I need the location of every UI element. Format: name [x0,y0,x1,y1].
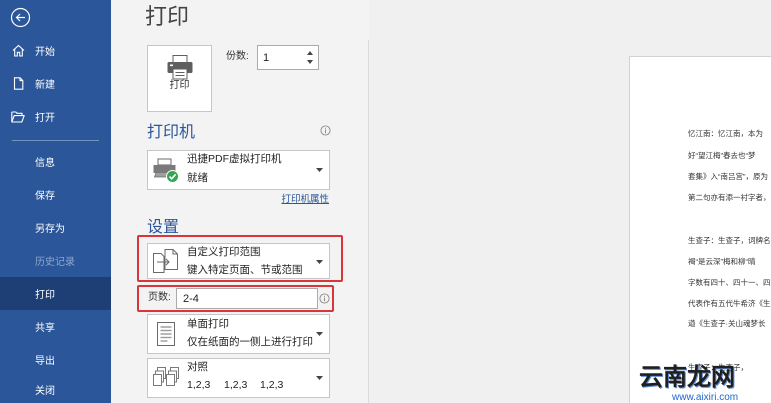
printer-name: 迅捷PDF虚拟打印机 [187,153,282,165]
print-button[interactable]: 打印 [147,45,212,112]
sidebar-item-label: 另存为 [35,224,65,235]
printer-icon [167,55,193,80]
printer-properties-link[interactable]: 打印机属性 [268,193,329,207]
collate-dropdown[interactable]: 对照 1,2,3 1,2,3 1,2,3 [147,358,330,398]
word-print-backstage: 开始 新建 打开 信息 保存 另存为 历史记录 打印 共享 导出 关闭 打印 打… [0,0,771,403]
collate-group: 1,2,3 [224,379,248,391]
sides-title: 单面打印 [187,318,229,330]
sidebar-item-home[interactable]: 开始 [0,34,111,67]
sidebar-item-label: 新建 [35,80,55,91]
printer-status: 就绪 [187,172,208,184]
printer-dropdown[interactable]: 迅捷PDF虚拟打印机 就绪 [147,150,330,190]
collate-group: 1,2,3 [260,379,284,391]
page-text-line: 遒《生查子·关山魂梦长 [688,319,766,328]
info-icon[interactable] [320,125,331,136]
single-sided-icon [157,322,175,346]
chevron-down-icon [316,168,323,172]
watermark-url: www.aixiri.com [672,392,739,403]
page-text-line: 忆江南：忆江南，本为 [688,129,763,138]
sidebar-separator [12,140,99,141]
page-text-line: 好“望江梅”春去也“梦 [688,151,756,160]
page-text-line: 代表作有五代牛希济《生 [688,299,771,308]
sidebar-item-label: 打印 [35,290,55,301]
sidebar-item-label: 历史记录 [35,257,75,268]
sidebar-item-label: 关闭 [35,385,55,397]
sidebar-item-share[interactable]: 共享 [0,310,111,343]
spin-up-icon[interactable] [307,51,313,55]
sidebar-item-info[interactable]: 信息 [0,145,111,178]
sidebar-item-label: 开始 [35,47,55,58]
preview-page[interactable]: 忆江南：忆江南，本为 好“望江梅”春去也“梦 套集》入“南吕宫”，原为 第二句亦… [629,56,771,403]
sidebar-item-new[interactable]: 新建 [0,67,111,100]
home-icon [11,44,25,58]
print-button-label: 打印 [169,80,190,91]
page-text-line: 褐“是云深”梅和柳“晴 [688,257,756,266]
back-button[interactable] [9,6,32,29]
collate-title: 对照 [187,361,208,373]
copies-stepper[interactable] [257,45,319,70]
collate-icon [153,367,179,386]
sides-dropdown[interactable]: 单面打印 仅在纸面的一侧上进行打印 [147,314,330,354]
new-document-icon [11,77,25,91]
sides-subtitle: 仅在纸面的一侧上进行打印 [187,336,313,348]
page-text-line: 生查子：生查子，词牌名 [688,236,771,245]
sidebar-item-history: 历史记录 [0,244,111,277]
collate-group: 1,2,3 [187,379,211,391]
watermark-title: 云南龙网 [639,364,735,391]
page-title: 打印 [145,4,190,29]
open-folder-icon [11,110,25,124]
page-text-line: 套集》入“南吕宫”，原为 [688,172,768,181]
back-arrow-icon [10,7,31,28]
page-text-line: 第二句亦有添一衬字者， [688,193,771,202]
backstage-sidebar: 开始 新建 打开 信息 保存 另存为 历史记录 打印 共享 导出 关闭 [0,0,111,403]
printer-heading: 打印机 [147,124,196,141]
sidebar-item-print[interactable]: 打印 [0,277,111,310]
chevron-down-icon [316,376,323,380]
chevron-down-icon [316,332,323,336]
copies-label: 份数: [226,51,249,62]
highlight-box [137,285,334,312]
copies-input[interactable] [258,46,304,69]
printer-ready-icon [153,158,179,183]
pane-divider [368,40,369,403]
sidebar-item-export[interactable]: 导出 [0,343,111,376]
sidebar-item-save[interactable]: 保存 [0,178,111,211]
spin-down-icon[interactable] [307,60,313,64]
highlight-box [137,235,343,282]
sidebar-item-open[interactable]: 打开 [0,100,111,133]
sidebar-item-save-as[interactable]: 另存为 [0,211,111,244]
page-text-line: 字数有四十、四十一、四 [688,278,771,287]
sidebar-item-label: 打开 [35,113,55,124]
sidebar-item-label: 信息 [35,158,55,169]
sidebar-item-close[interactable]: 关闭 [0,375,111,403]
sidebar-item-label: 导出 [35,356,55,367]
sidebar-item-label: 保存 [35,191,55,202]
sidebar-item-label: 共享 [35,323,55,334]
